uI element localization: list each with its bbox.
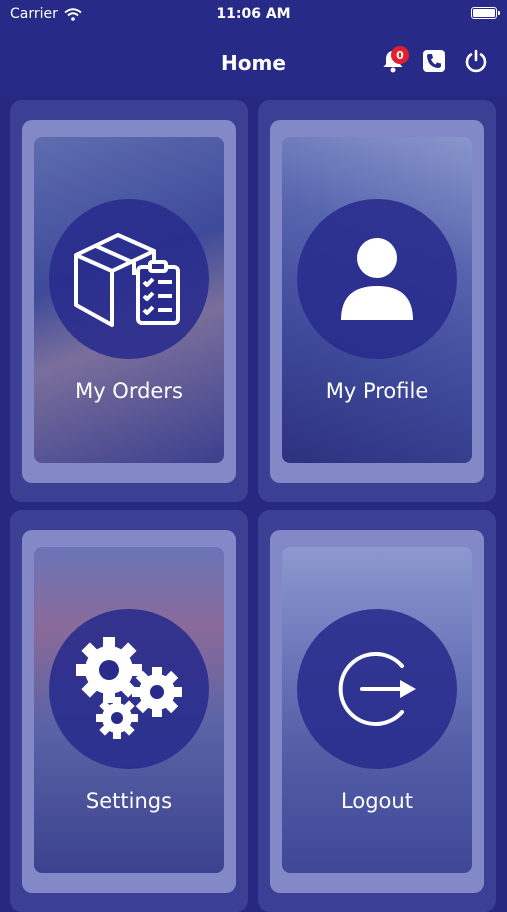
tile-frame: My Profile bbox=[270, 120, 484, 483]
tile-label: Logout bbox=[341, 789, 413, 813]
tile-photo: My Orders bbox=[34, 137, 224, 463]
tile-settings[interactable]: Settings bbox=[10, 510, 248, 912]
status-bar: Carrier 11:06 AM bbox=[0, 0, 507, 28]
icon-circle bbox=[297, 199, 457, 359]
icon-circle bbox=[49, 199, 209, 359]
tile-photo: My Profile bbox=[282, 137, 472, 463]
tile-frame: My Orders bbox=[22, 120, 236, 483]
icon-circle bbox=[297, 609, 457, 769]
tile-my-orders[interactable]: My Orders bbox=[10, 100, 248, 502]
tile-frame: Settings bbox=[22, 530, 236, 893]
tile-my-profile[interactable]: My Profile bbox=[258, 100, 496, 502]
tile-photo: Settings bbox=[34, 547, 224, 873]
user-icon bbox=[341, 238, 413, 320]
tile-label: My Profile bbox=[325, 379, 429, 403]
gears-icon bbox=[76, 637, 182, 739]
battery-icon bbox=[471, 7, 500, 19]
phone-icon[interactable] bbox=[421, 48, 447, 74]
nav-bar: Home 0 bbox=[0, 28, 507, 96]
notification-badge: 0 bbox=[391, 46, 409, 64]
tile-label: My Orders bbox=[75, 379, 183, 403]
power-icon[interactable] bbox=[463, 48, 489, 74]
tile-logout[interactable]: Logout bbox=[258, 510, 496, 912]
logout-icon bbox=[338, 652, 416, 726]
package-checklist-icon bbox=[74, 233, 180, 327]
tile-photo: Logout bbox=[282, 547, 472, 873]
tile-frame: Logout bbox=[270, 530, 484, 893]
icon-circle bbox=[49, 609, 209, 769]
tile-label: Settings bbox=[85, 789, 173, 813]
clock: 11:06 AM bbox=[216, 6, 291, 22]
